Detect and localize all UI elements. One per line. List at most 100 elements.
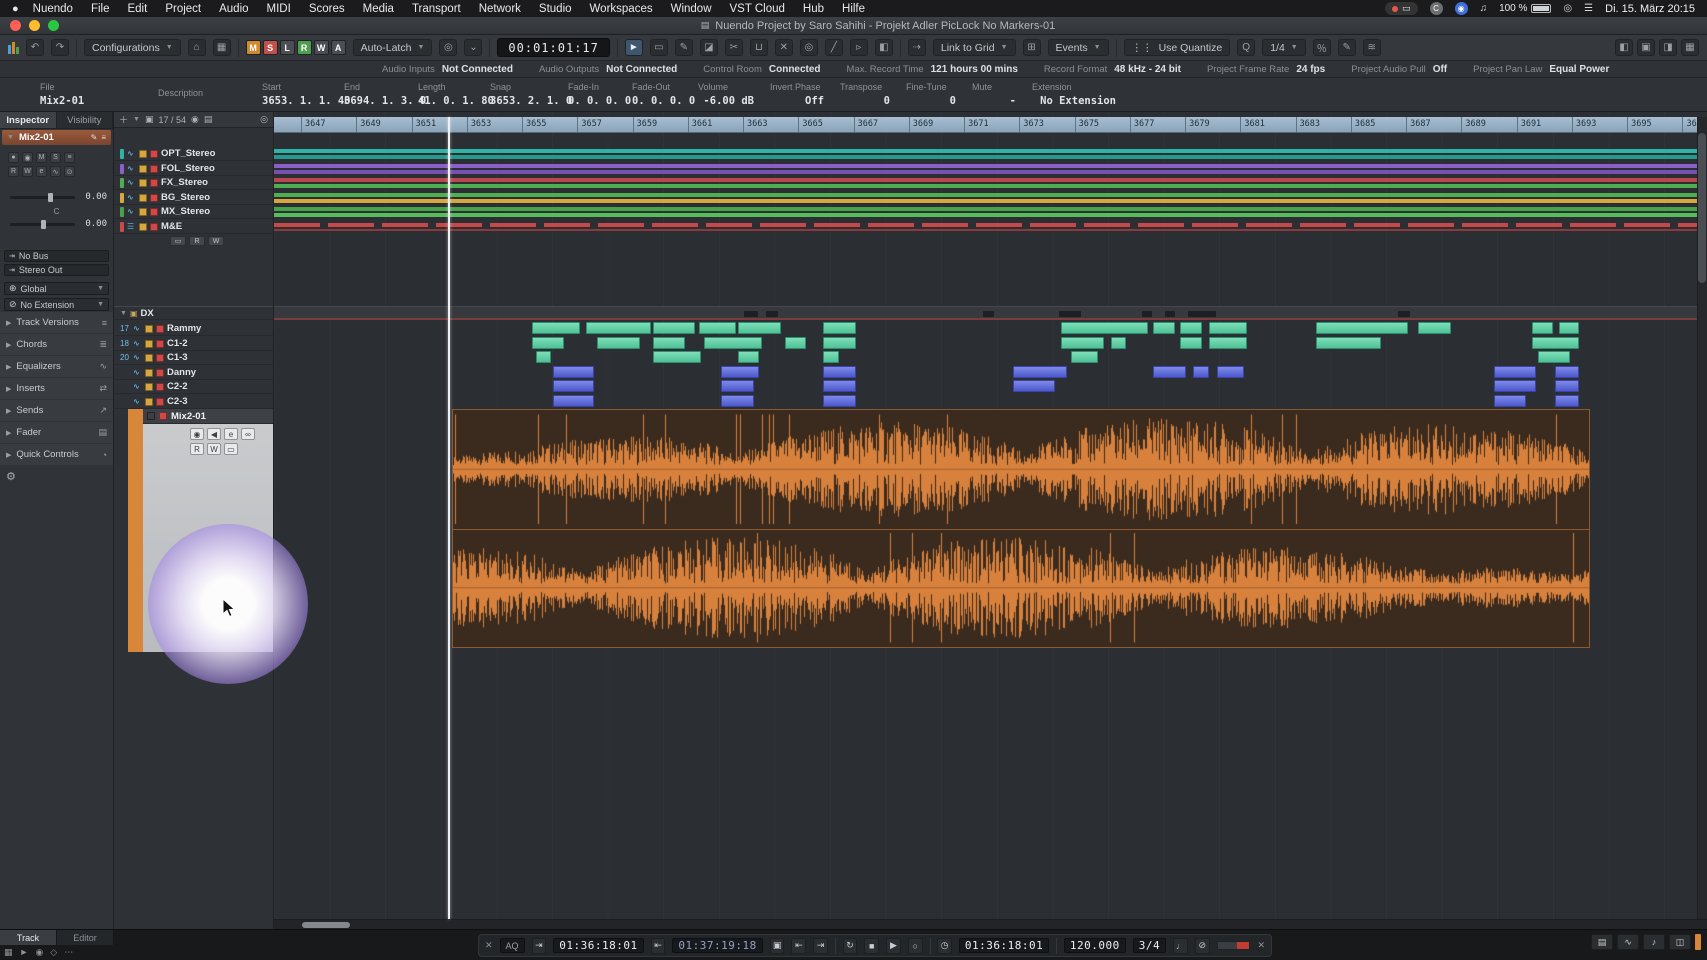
mute-button[interactable]: [145, 369, 153, 377]
audio-clip[interactable]: [1538, 351, 1571, 363]
mix-track-control[interactable]: ▭: [224, 443, 238, 455]
event-lane-fx[interactable]: [274, 176, 1697, 189]
info-column-value[interactable]: -: [972, 95, 1032, 107]
audio-clip[interactable]: [1013, 380, 1056, 392]
aq-button[interactable]: AQ: [500, 938, 525, 953]
info-column-value[interactable]: 3694. 1. 3. 0: [344, 95, 418, 107]
mute-tool-icon[interactable]: ✕: [775, 39, 793, 56]
menubar-item[interactable]: Studio: [539, 3, 572, 15]
add-track-chevron-icon[interactable]: ▼: [133, 116, 140, 123]
menubar-item[interactable]: Edit: [127, 3, 147, 15]
info-column-value[interactable]: Mix2-01: [40, 95, 158, 107]
camera-icon[interactable]: ◉: [191, 114, 199, 125]
info-column-value[interactable]: 0: [906, 95, 972, 107]
minimize-window-button[interactable]: [29, 20, 40, 31]
mute-button[interactable]: [145, 383, 153, 391]
info-column-value[interactable]: 41. 0. 1. 80: [418, 95, 490, 107]
iterative-quantize-icon[interactable]: ％: [1313, 39, 1331, 56]
info-column-value[interactable]: -6.00 dB: [698, 95, 770, 107]
solo-button[interactable]: [156, 354, 164, 362]
solo-button[interactable]: [159, 412, 167, 420]
audio-clip[interactable]: [823, 337, 856, 349]
solo-button[interactable]: [150, 208, 158, 216]
audio-event-mix2-01[interactable]: [452, 409, 1590, 648]
audio-clip[interactable]: [532, 322, 580, 334]
studio-monitor-icon[interactable]: ◫: [1669, 934, 1691, 950]
setup-window-layout-button[interactable]: ▦: [1681, 39, 1699, 56]
audio-clip[interactable]: [1209, 322, 1247, 334]
audio-clip[interactable]: [1061, 337, 1104, 349]
mute-button[interactable]: [139, 208, 147, 216]
menubar-item[interactable]: File: [91, 3, 110, 15]
input-routing[interactable]: ⇥No Bus: [4, 250, 109, 262]
audio-clip[interactable]: [823, 395, 856, 407]
audio-clip[interactable]: [721, 366, 759, 378]
mix-track-control[interactable]: W: [207, 443, 221, 455]
audio-clip[interactable]: [1209, 337, 1247, 349]
midi-activity-icon[interactable]: ∿: [1617, 934, 1639, 950]
search-tracks-icon[interactable]: ◎: [260, 114, 268, 125]
mute-button[interactable]: [139, 223, 147, 231]
time-signature-display[interactable]: 3/4: [1133, 938, 1166, 953]
status-value[interactable]: Not Connected: [442, 64, 513, 75]
audio-clip[interactable]: [1316, 322, 1408, 334]
erase-tool-icon[interactable]: ◪: [700, 39, 718, 56]
track-row-me[interactable]: ☰M&E: [114, 220, 273, 234]
grid-icon[interactable]: ▦: [213, 39, 231, 56]
audio-clip[interactable]: [1559, 322, 1579, 334]
audio-clip[interactable]: [1555, 366, 1579, 378]
glue-tool-icon[interactable]: ⊔: [750, 39, 768, 56]
status-value[interactable]: Equal Power: [1549, 64, 1609, 75]
grid-type-dropdown[interactable]: Events▼: [1048, 39, 1109, 56]
right-zone-toggle[interactable]: ◨: [1659, 39, 1677, 56]
record-button[interactable]: ○: [908, 938, 923, 954]
audio-clip[interactable]: [699, 322, 736, 334]
cycle-button[interactable]: ↻: [843, 938, 858, 954]
mix-track-control[interactable]: R: [190, 443, 204, 455]
inspector-section[interactable]: ▶ Inserts ⇄: [0, 378, 113, 399]
menubar-item[interactable]: Hub: [803, 3, 824, 15]
audio-clip[interactable]: [586, 322, 651, 334]
status-value[interactable]: 121 hours 00 mins: [931, 64, 1018, 75]
mute-button[interactable]: [145, 354, 153, 362]
edit-icon[interactable]: ✎: [91, 133, 98, 142]
apple-menu-icon[interactable]: ●: [12, 3, 19, 15]
metronome-icon[interactable]: ♩: [1173, 938, 1188, 954]
timeline-ruler[interactable]: 3647364936513653365536573659366136633665…: [274, 117, 1697, 133]
mute-button[interactable]: [145, 325, 153, 333]
audio-clip[interactable]: [553, 380, 594, 392]
solo-button[interactable]: [156, 369, 164, 377]
menubar-item[interactable]: Hilfe: [842, 3, 865, 15]
track-control-button[interactable]: ◉: [22, 152, 33, 163]
select-icon[interactable]: ►: [20, 947, 29, 958]
close-icon[interactable]: ✕: [1257, 940, 1265, 951]
audio-clip[interactable]: [823, 380, 856, 392]
quantize-toggle[interactable]: ⋮⋮Use Quantize: [1124, 39, 1231, 56]
folder-open-chevron-icon[interactable]: ▼: [120, 310, 127, 317]
punch-in-icon[interactable]: ⇥: [532, 938, 547, 954]
track-row-fx[interactable]: ∿FX_Stereo: [114, 176, 273, 190]
group-control-button[interactable]: R: [189, 236, 205, 246]
audio-clip[interactable]: [1494, 366, 1537, 378]
control-center-icon[interactable]: ☰: [1584, 3, 1593, 14]
screen-recording-indicator[interactable]: ▭: [1385, 2, 1418, 15]
audio-clip[interactable]: [553, 395, 594, 407]
mute-button[interactable]: [139, 179, 147, 187]
solo-button[interactable]: [150, 194, 158, 202]
audio-clip[interactable]: [1532, 322, 1553, 334]
track-control-button[interactable]: ⊙: [64, 166, 75, 177]
quantize-value-dropdown[interactable]: 1/4▼: [1262, 39, 1306, 56]
app-status-icon[interactable]: C: [1430, 2, 1443, 15]
sync-icon[interactable]: ⊘: [1195, 938, 1210, 954]
inspector-section[interactable]: ▶ Equalizers ∿: [0, 356, 113, 377]
tab-editor[interactable]: Editor: [57, 930, 114, 945]
solo-button[interactable]: [156, 325, 164, 333]
info-column-value[interactable]: Off: [770, 95, 840, 107]
extension-dropdown[interactable]: ⊘No Extension▼: [4, 298, 109, 311]
audio-clip[interactable]: [704, 337, 762, 349]
inspector-section[interactable]: ▶ Sends ↗: [0, 400, 113, 421]
quantize-panel-icon[interactable]: ✎: [1338, 39, 1356, 56]
status-value[interactable]: 48 kHz - 24 bit: [1114, 64, 1181, 75]
snap-grid-dropdown[interactable]: Link to Grid▼: [933, 39, 1016, 56]
range-tool-icon[interactable]: ▭: [650, 39, 668, 56]
